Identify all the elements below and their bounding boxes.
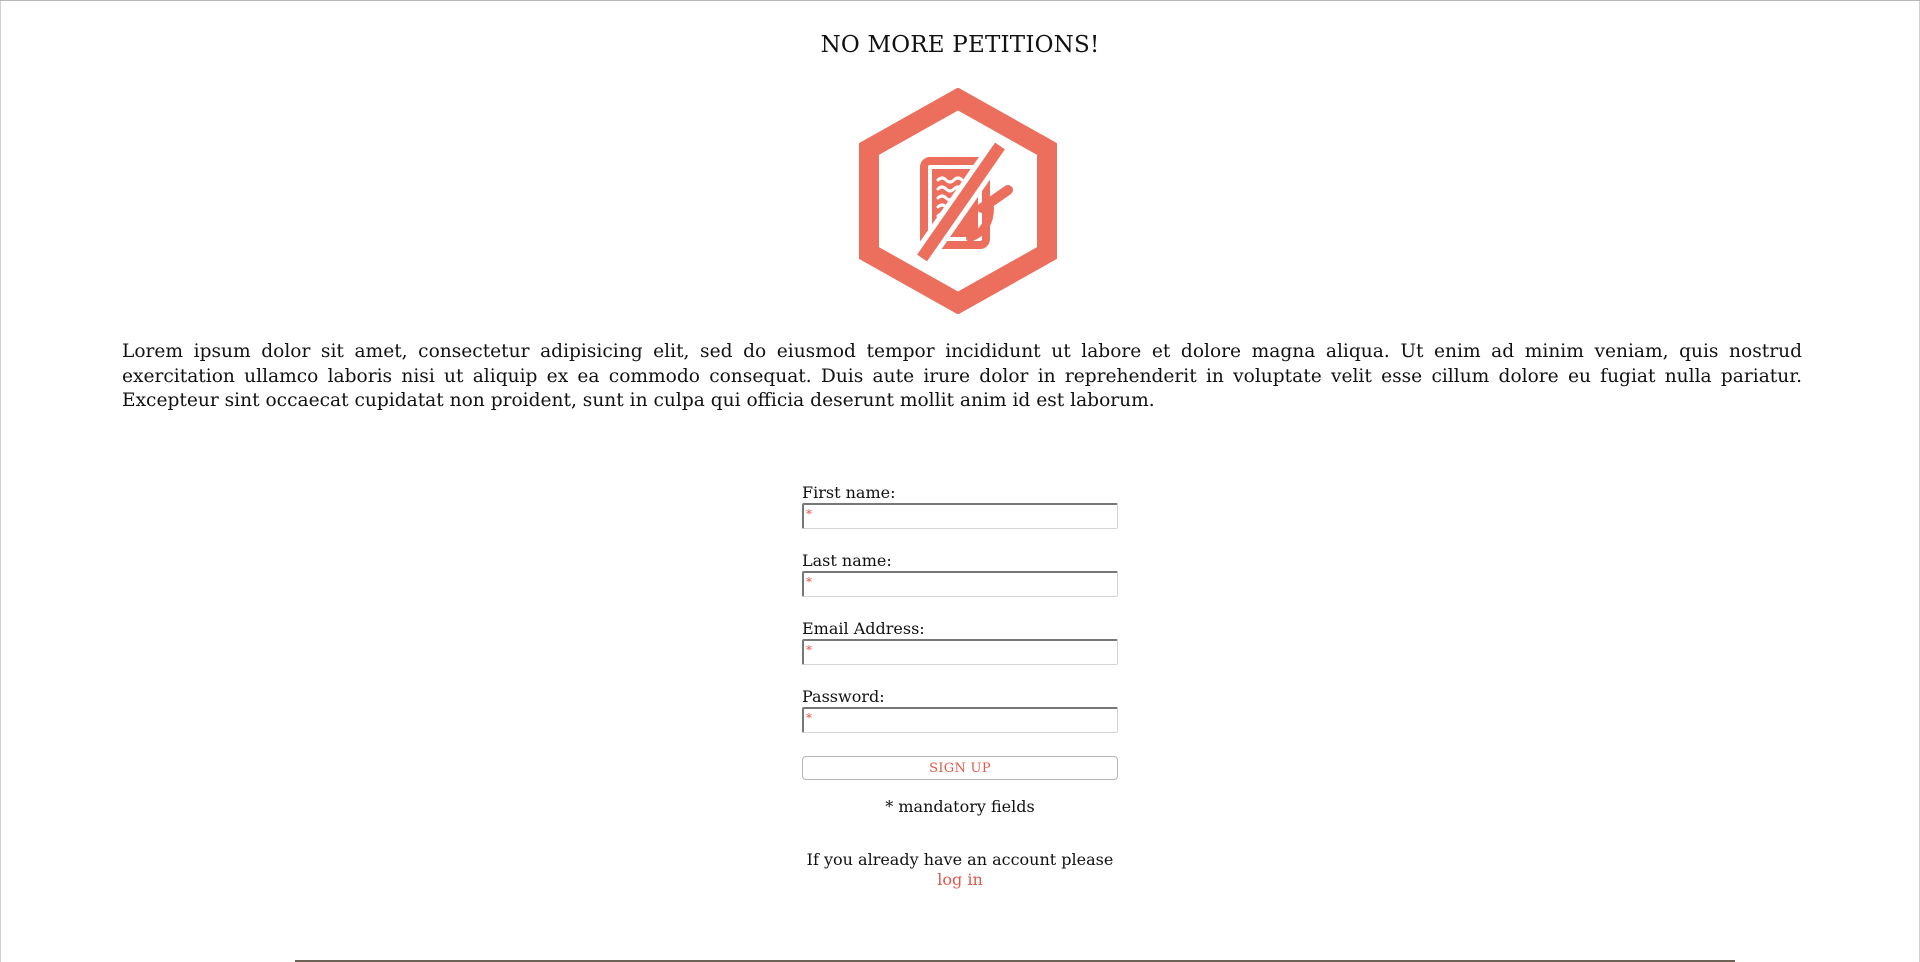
last-name-field-group: Last name: * — [802, 551, 1118, 619]
email-label: Email Address: — [802, 619, 925, 638]
page-title: NO MORE PETITIONS! — [820, 32, 1100, 58]
log-in-link[interactable]: log in — [937, 870, 983, 889]
email-field-group: Email Address: * — [802, 619, 1118, 687]
sign-up-button[interactable]: SIGN UP — [802, 756, 1118, 780]
intro-paragraph: Lorem ipsum dolor sit amet, consectetur … — [122, 341, 1802, 411]
signup-form: First name: * Last name: * Email Address… — [802, 483, 1118, 890]
last-name-label: Last name: — [802, 551, 892, 570]
email-input[interactable] — [802, 639, 1118, 665]
left-edge — [0, 1, 1, 962]
login-prompt: If you already have an account please lo… — [802, 850, 1118, 890]
password-input[interactable] — [802, 707, 1118, 733]
last-name-input[interactable] — [802, 571, 1118, 597]
email-input-wrap: * — [802, 639, 1118, 665]
login-prompt-text: If you already have an account please — [806, 850, 1114, 869]
first-name-input[interactable] — [802, 503, 1118, 529]
first-name-input-wrap: * — [802, 503, 1118, 529]
password-input-wrap: * — [802, 707, 1118, 733]
first-name-label: First name: — [802, 483, 896, 502]
password-label: Password: — [802, 687, 885, 706]
last-name-input-wrap: * — [802, 571, 1118, 597]
first-name-field-group: First name: * — [802, 483, 1118, 551]
no-petitions-hexagon-icon — [859, 88, 1057, 314]
password-field-group: Password: * — [802, 687, 1118, 755]
mandatory-fields-note: * mandatory fields — [885, 797, 1035, 816]
